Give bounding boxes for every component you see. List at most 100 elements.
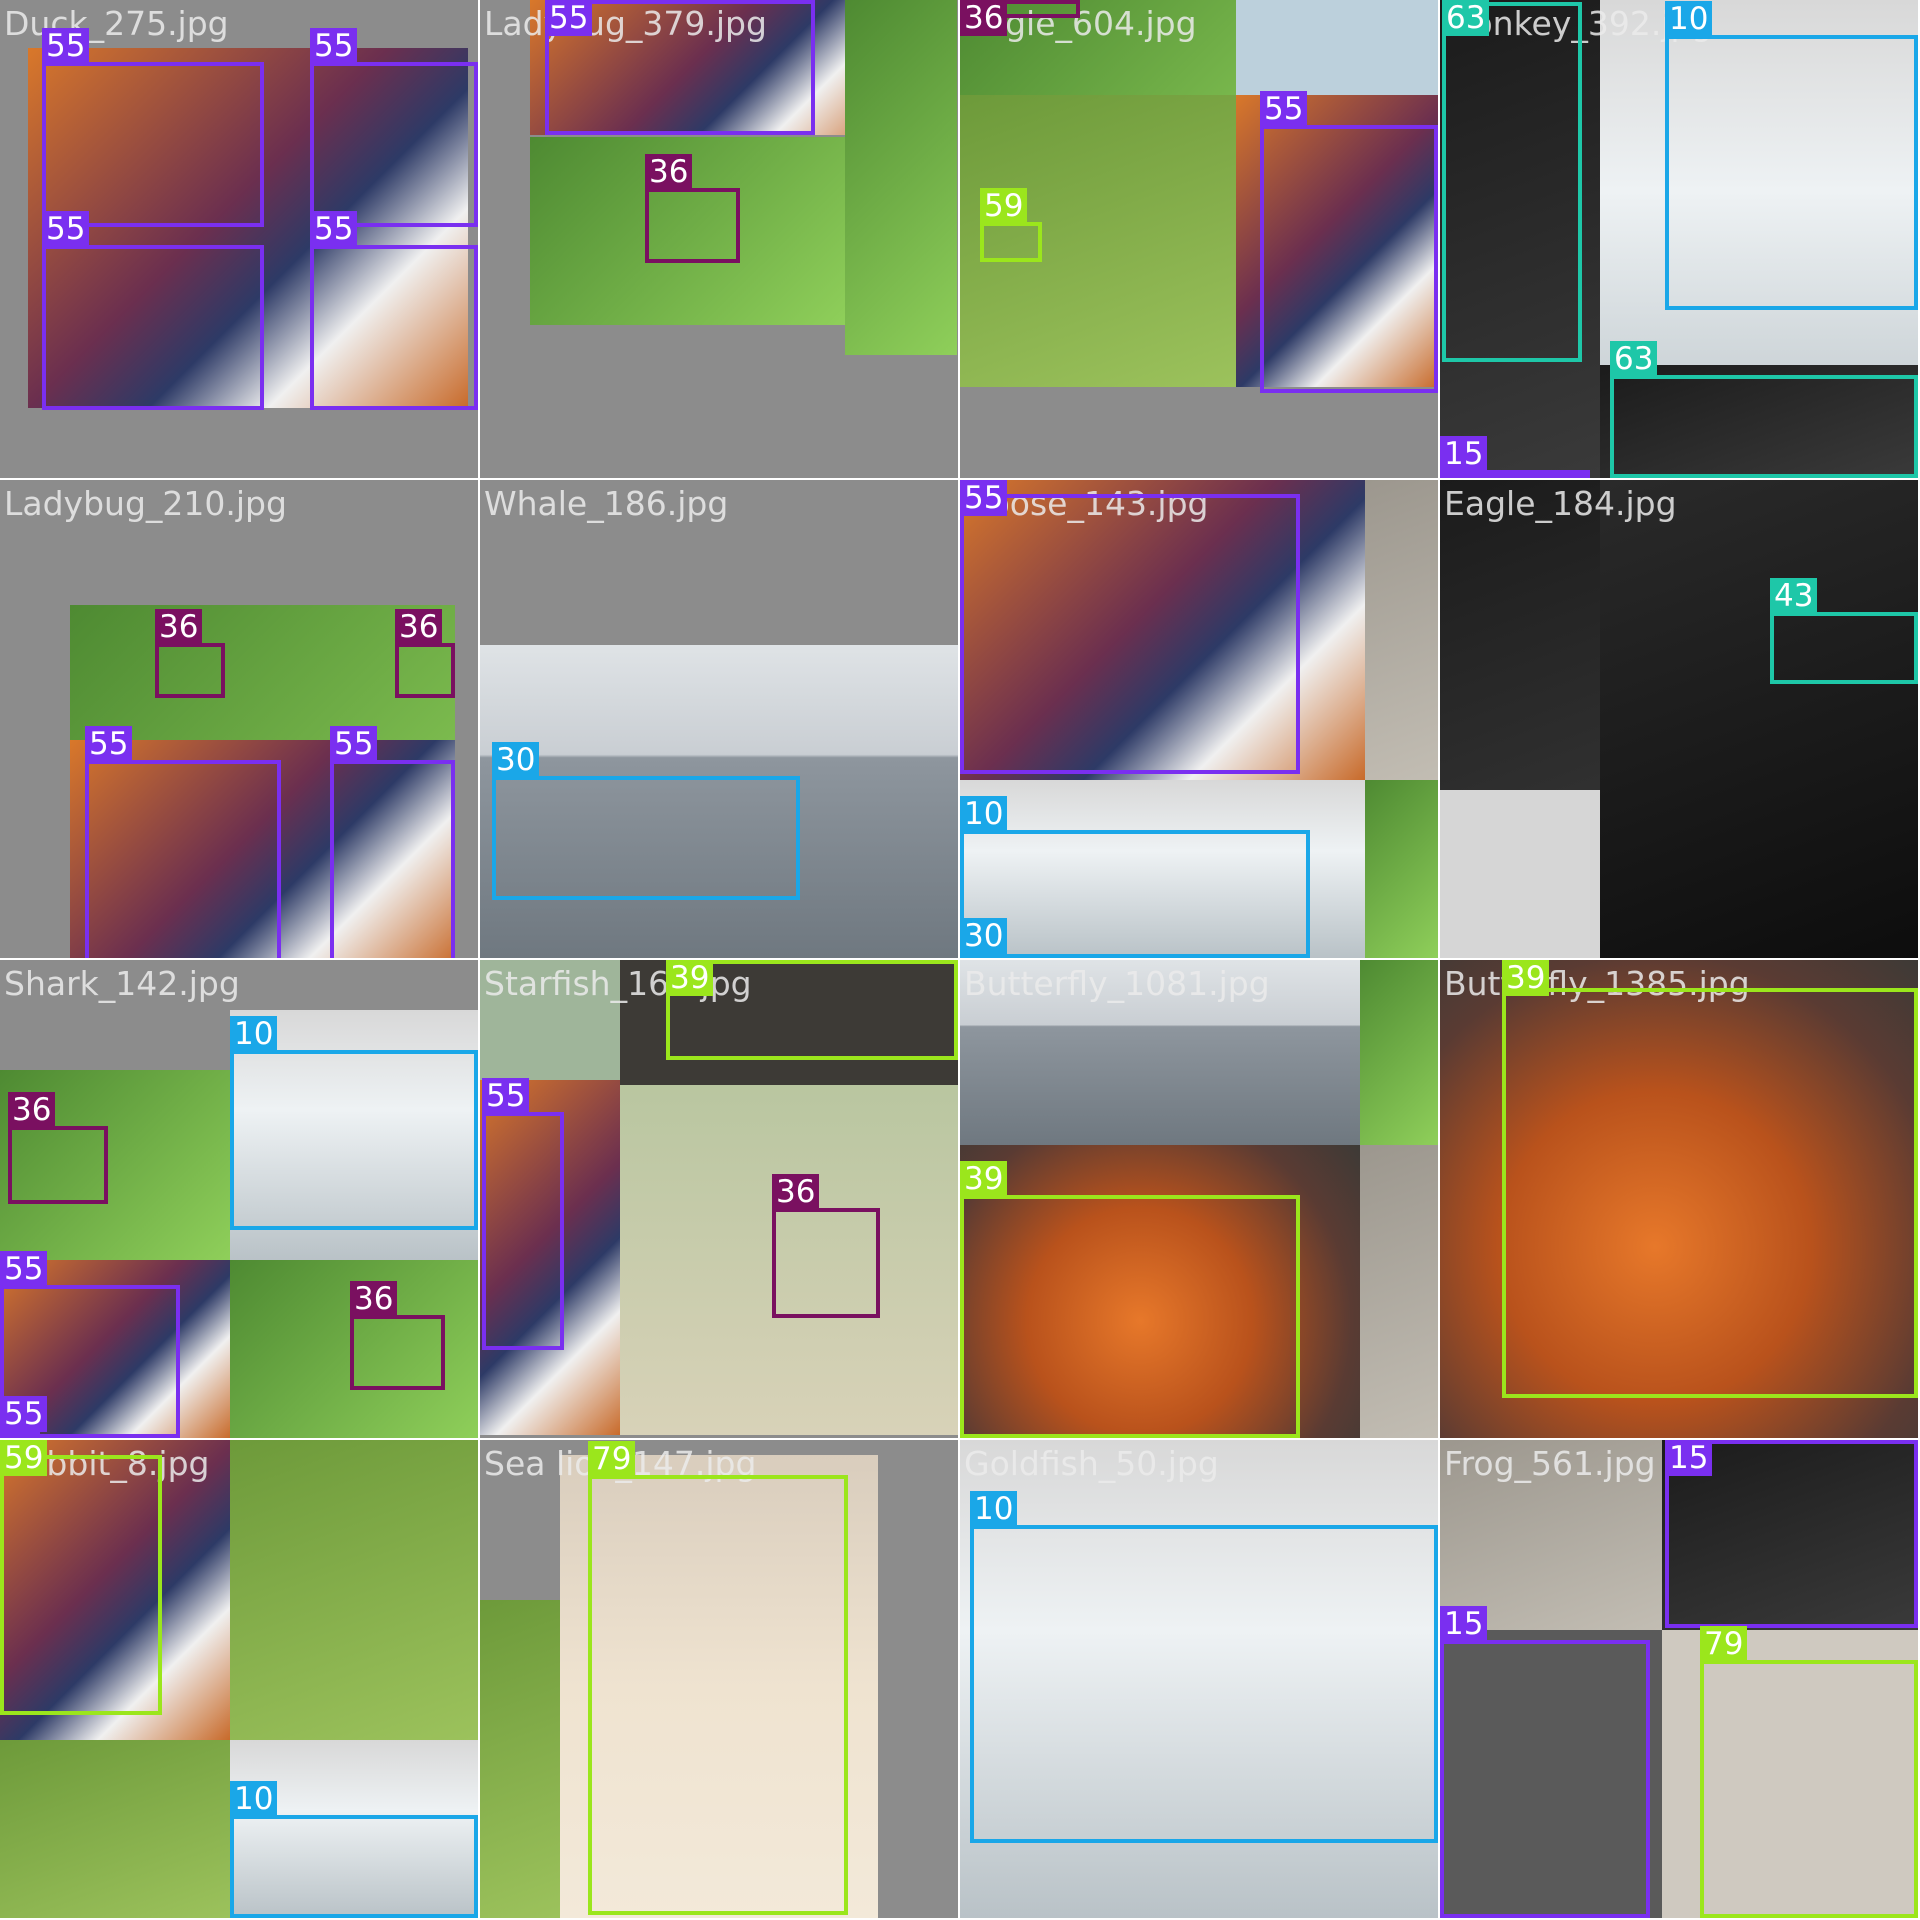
detection-class-label: 55: [42, 211, 90, 247]
mosaic-tile: Shark_142.jpg 10 36 55 36 55: [0, 960, 478, 1438]
detection-box: [310, 245, 478, 410]
image-patch: [845, 0, 957, 355]
detection-box: [330, 760, 455, 958]
detection-class-label: 55: [42, 28, 90, 64]
image-patch: [230, 1440, 478, 1740]
mosaic-tile: Goose_143.jpg 55 10 30: [960, 480, 1438, 958]
image-patch: [0, 1740, 230, 1918]
detection-box: [1770, 612, 1918, 684]
detection-box: [960, 1195, 1300, 1438]
image-filename: Frog_561.jpg: [1444, 1444, 1656, 1483]
mosaic-tile: Eagle_604.jpg 36 55 59: [960, 0, 1438, 478]
image-patch: [480, 1600, 560, 1918]
detection-box: [492, 776, 800, 900]
detection-box: [85, 760, 281, 958]
detection-class-label: 55: [0, 1251, 48, 1287]
detection-class-label: 63: [1442, 0, 1490, 36]
detection-box: [588, 1475, 848, 1915]
detection-class-label: 36: [8, 1092, 56, 1128]
detection-class-label: 30: [960, 918, 1008, 954]
detection-box: [230, 1815, 478, 1918]
detection-box: [230, 1050, 478, 1230]
detection-class-label: 39: [1502, 960, 1550, 996]
detection-box: [0, 1455, 162, 1715]
detection-box: [960, 830, 1310, 958]
detection-class-label: 10: [970, 1491, 1018, 1527]
detection-class-label: 55: [330, 726, 378, 762]
detection-class-label: 79: [588, 1441, 636, 1477]
detection-class-label: 10: [230, 1781, 278, 1817]
mosaic-tile: Rabbit_8.jpg 59 10: [0, 1440, 478, 1918]
detection-box: [395, 643, 455, 698]
detection-class-label: 55: [545, 0, 593, 36]
detection-box: [1502, 988, 1918, 1398]
image-filename: Eagle_184.jpg: [1444, 484, 1677, 523]
mosaic-tile: Ladybug_210.jpg 36 36 55 55: [0, 480, 478, 958]
mosaic-tile: Starfish_164.jpg 39 55 36: [480, 960, 958, 1438]
detection-class-label: 39: [960, 1161, 1008, 1197]
detection-class-label: 63: [1610, 341, 1658, 377]
detection-box: [482, 1112, 564, 1350]
image-patch: [1360, 960, 1438, 1145]
detection-box: [772, 1208, 880, 1318]
detection-box: [1610, 375, 1918, 478]
mosaic-tile: Butterfly_1385.jpg 39: [1440, 960, 1918, 1438]
mosaic-tile: Eagle_184.jpg 43: [1440, 480, 1918, 958]
detection-class-label: 15: [1440, 1606, 1488, 1642]
detection-class-label: 55: [310, 28, 358, 64]
detection-class-label: 36: [395, 609, 443, 645]
detection-box: [1260, 125, 1438, 393]
image-patch: [1365, 480, 1438, 780]
image-patch: [1236, 0, 1438, 95]
image-filename: Duck_275.jpg: [4, 4, 229, 43]
mosaic-tile: Ladybug_379.jpg 55 36: [480, 0, 958, 478]
detection-class-label: 10: [960, 796, 1008, 832]
detection-class-label: 79: [1700, 1626, 1748, 1662]
detection-class-label: 55: [85, 726, 133, 762]
detection-class-label: 55: [310, 211, 358, 247]
detection-class-label: 43: [1770, 578, 1818, 614]
detection-box: [42, 245, 264, 410]
detection-box: [645, 188, 740, 263]
mosaic-tile: Monkey_392.jpg 63 10 63 15: [1440, 0, 1918, 478]
detection-class-label: 36: [645, 154, 693, 190]
detection-box: [1700, 1660, 1918, 1918]
mosaic-tile: Frog_561.jpg 15 15 79: [1440, 1440, 1918, 1918]
detection-class-label: 59: [980, 188, 1028, 224]
image-filename: Goldfish_50.jpg: [964, 1444, 1219, 1483]
detection-class-label: 30: [492, 742, 540, 778]
detection-class-label: 39: [666, 960, 714, 996]
image-patch: [1440, 790, 1600, 958]
mosaic-tile: Duck_275.jpg 55 55 55 55: [0, 0, 478, 478]
mosaic-grid: Duck_275.jpg 55 55 55 55 Ladybug_379.jpg 55 36 E…: [0, 0, 1920, 1920]
detection-class-label: 36: [155, 609, 203, 645]
detection-class-label: 55: [482, 1078, 530, 1114]
detection-box: [960, 494, 1300, 774]
image-patch: [1365, 780, 1438, 958]
detection-box: [980, 222, 1042, 262]
detection-class-label: 55: [960, 480, 1008, 516]
image-patch: [1360, 1145, 1438, 1438]
mosaic-tile: Whale_186.jpg 30: [480, 480, 958, 958]
detection-class-label: 10: [1665, 1, 1713, 37]
detection-class-label: 36: [772, 1174, 820, 1210]
detection-box: [1665, 35, 1918, 310]
detection-class-label: 15: [1440, 436, 1488, 472]
detection-box: [350, 1315, 445, 1390]
image-filename: Butterfly_1081.jpg: [964, 964, 1270, 1003]
detection-box: [970, 1525, 1438, 1843]
detection-box: [42, 62, 264, 227]
detection-class-label: 55: [0, 1396, 48, 1432]
detection-class-label: 36: [350, 1281, 398, 1317]
detection-class-label: 15: [1665, 1440, 1713, 1476]
mosaic-tile: Butterfly_1081.jpg 39: [960, 960, 1438, 1438]
detection-box: [155, 643, 225, 698]
detection-class-label: 10: [230, 1016, 278, 1052]
mosaic-tile: Sea lion_147.jpg 79: [480, 1440, 958, 1918]
image-filename: Shark_142.jpg: [4, 964, 240, 1003]
detection-class-label: 36: [960, 0, 1008, 36]
detection-class-label: 55: [1260, 91, 1308, 127]
detection-box: [8, 1126, 108, 1204]
mosaic-tile: Goldfish_50.jpg 10: [960, 1440, 1438, 1918]
detection-class-label: 59: [0, 1440, 48, 1476]
